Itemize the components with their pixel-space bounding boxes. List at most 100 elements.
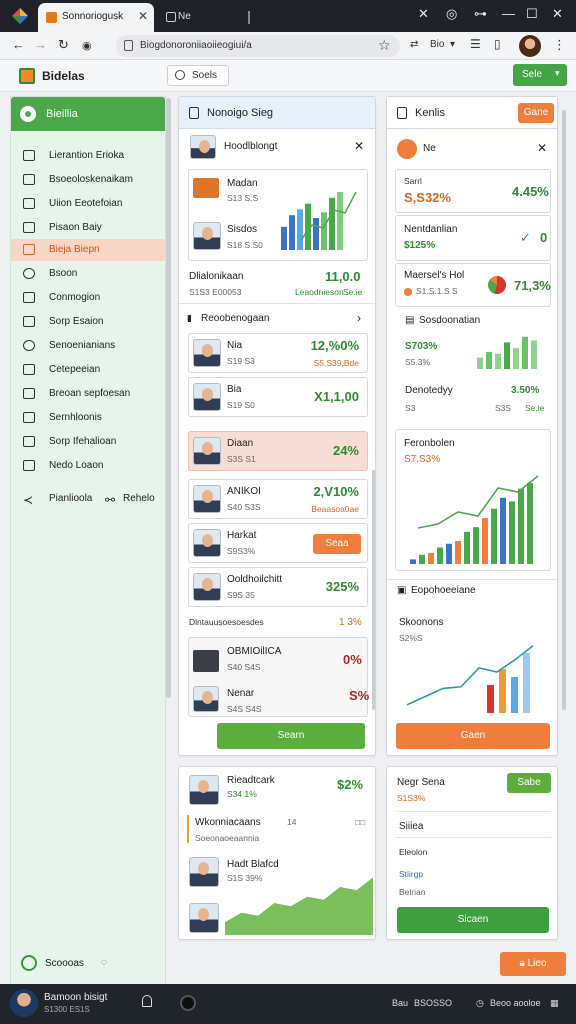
lower2-button[interactable]: Sabe	[507, 773, 551, 793]
summary-bar-chart	[281, 191, 357, 250]
close-icon[interactable]: ✕	[354, 139, 364, 153]
sidebar-item[interactable]: Lierantion Erioka	[11, 145, 165, 167]
col1-scrollbar[interactable]	[372, 470, 375, 710]
sidebar-header[interactable]: Bieillia	[11, 97, 165, 131]
chart-card[interactable]: Feronbolen S7.S3%	[395, 429, 551, 571]
search-button[interactable]: Soels	[167, 65, 229, 86]
sidebar-item[interactable]: Breoan sepfoesan	[11, 383, 165, 405]
avatar	[193, 529, 221, 557]
extensions-icon[interactable]: ⊶	[474, 6, 487, 22]
chart-bar	[437, 547, 443, 564]
bottom-list[interactable]: OBMIOilICA S40 S4S 0% Nenar S4S S4S S%	[188, 637, 370, 717]
sidebar-bottom-label: Scoooas	[45, 958, 84, 969]
sidebar-item[interactable]: Sorp Esaion	[11, 311, 165, 333]
sidebar-item-label: Nedo Loaon	[49, 460, 104, 471]
sidebar-scrollbar[interactable]	[166, 98, 171, 698]
minimize-icon[interactable]: —	[502, 6, 515, 21]
lower2-l2[interactable]: Eleolon	[399, 847, 427, 857]
chevron-right-icon[interactable]: ›	[357, 311, 361, 325]
stat3-label: Maersel's Hol	[404, 270, 465, 281]
avatar	[189, 903, 219, 933]
header-action-button[interactable]: Sele ▾	[513, 64, 567, 86]
trend-check-icon: ✓	[520, 230, 531, 245]
more-menu-icon[interactable]: ⋮	[553, 37, 566, 53]
back-icon[interactable]: ←	[12, 37, 25, 52]
reload-icon[interactable]: ↻	[58, 37, 69, 53]
window-close-icon[interactable]: ✕	[552, 6, 563, 22]
summary-footer-link[interactable]: Leaodnieson	[295, 287, 344, 297]
sidebar-item[interactable]: Uiion Eeotefoian	[11, 193, 165, 215]
lower2-l3[interactable]: Stiirgp	[399, 869, 423, 879]
sidebar-item[interactable]: Sernhloonis	[11, 407, 165, 429]
close-tab-icon[interactable]: ✕	[138, 9, 148, 23]
home-icon[interactable]: ◉	[82, 39, 92, 52]
sidebar-item-label: Bsoon	[49, 268, 78, 279]
stat-card-3[interactable]: Maersel's Hol S1.S.1.S S 71,3%	[395, 263, 551, 307]
sidebar-item-label: Cetepeeian	[49, 364, 101, 375]
sidebar-item-footer[interactable]: ≺ Pianlioola ⚯ Rehelo	[11, 488, 165, 510]
close-icon[interactable]: ✕	[537, 141, 547, 155]
browser-tab-active[interactable]: Sonnoriogusk ✕	[38, 3, 154, 32]
address-bar[interactable]: Biogdonoroniiaoiieogiui/a ☆	[116, 35, 400, 57]
sidebar-item[interactable]: Sorp Ifehalioan	[11, 431, 165, 453]
summary-footer-link2[interactable]: Se.ie	[343, 287, 362, 297]
lower-right-card: Negr Sena S1S3% Sabe Siiiea Eleolon Stii…	[386, 766, 558, 940]
chart-bar	[428, 552, 434, 564]
sidebar-item[interactable]: Conmogion	[11, 287, 165, 309]
forward-icon[interactable]: →	[34, 37, 47, 52]
list-item-button[interactable]: Seaa	[313, 534, 361, 554]
browser-tab-inactive[interactable]: Ne	[160, 3, 256, 32]
sidebar-item-label: Breoan sepfoesan	[49, 388, 131, 399]
sidebar-item[interactable]: Senoenianians	[11, 335, 165, 357]
share-icon[interactable]: ⇄	[410, 39, 418, 50]
desc-sub2: S3S	[495, 403, 512, 413]
profile-row[interactable]: Hoodlblongt ✕	[188, 135, 368, 159]
sidebar-item[interactable]: Bsoon	[11, 263, 165, 285]
user-avatar[interactable]	[10, 989, 38, 1017]
chart-bar	[321, 212, 327, 250]
record-icon[interactable]	[180, 995, 196, 1011]
bottom-row2-value: S%	[349, 688, 370, 703]
sidebar-item[interactable]: Nedo Loaon	[11, 455, 165, 477]
secondary-button[interactable]: Gaen	[396, 723, 550, 749]
floating-button[interactable]: 🔒︎ Lieo	[500, 952, 566, 976]
square-icon	[23, 412, 35, 423]
more-icon[interactable]: □□	[355, 817, 365, 827]
list-item[interactable]: Ooldhoilchitt S9S 35 325%	[188, 567, 368, 607]
lower2-l4[interactable]: Belrian	[399, 887, 425, 897]
lower2-cta[interactable]: Sicaen	[397, 907, 549, 933]
profile-avatar[interactable]	[519, 35, 541, 57]
browser-logo-icon	[12, 8, 28, 24]
grid-icon[interactable]: ▦	[550, 998, 559, 1009]
list-item[interactable]: Nia S19 S3 12,%0% S5,S39,Bde	[188, 333, 368, 373]
sidebar-item[interactable]: Pisaon Baiy	[11, 217, 165, 239]
bell-icon[interactable]	[142, 995, 152, 1007]
sidebar-item[interactable]: Cetepeeian	[11, 359, 165, 381]
sidebar: Bieillia Lierantion Erioka Bsoeoloskenaik…	[10, 96, 166, 986]
close-icon[interactable]: ✕	[418, 6, 429, 22]
summary-card[interactable]: Madan S13 S.S Sisdos S18 S.S0	[188, 169, 368, 261]
sidebar-item[interactable]: Bsoeoloskenaikam	[11, 169, 165, 191]
primary-button[interactable]: Searn	[217, 723, 365, 749]
list-item[interactable]: Harkat S9S3% Seaa	[188, 523, 368, 563]
list-item[interactable]: ANIKOI S40 S3S 2,V10% Beaasoa0ae	[188, 479, 368, 519]
menu-grid-icon[interactable]: ☰	[470, 37, 481, 51]
list-item[interactable]: Diaan S3S S1 24%	[188, 431, 368, 471]
maximize-icon[interactable]: ☐	[526, 6, 538, 22]
stat-card-2[interactable]: Nentdanlian $125% ✓ 0	[395, 215, 551, 261]
sidebar-item[interactable]: Bieja Biepn	[11, 239, 165, 261]
chart-bar	[329, 197, 335, 250]
reading-list-icon[interactable]: ▯	[494, 37, 501, 51]
dropdown-icon[interactable]: ▾	[450, 39, 455, 50]
sidebar-header-label: Bieillia	[46, 108, 78, 120]
area-chart	[225, 877, 373, 935]
list-item[interactable]: Bia S19 S0 X1,1,00	[188, 377, 368, 417]
omnibox-extra[interactable]: Bio	[430, 39, 444, 50]
card-header-button[interactable]: Gane	[518, 103, 554, 123]
profile-switch-icon[interactable]: ◎	[446, 6, 457, 22]
right-scrollbar[interactable]	[562, 110, 566, 710]
bookmark-star-icon[interactable]: ☆	[378, 37, 391, 54]
stat-card-1[interactable]: Sarrl S,S32% 4.45%	[395, 169, 551, 213]
divider	[395, 837, 551, 838]
lower2-l1[interactable]: Siiiea	[399, 821, 423, 832]
